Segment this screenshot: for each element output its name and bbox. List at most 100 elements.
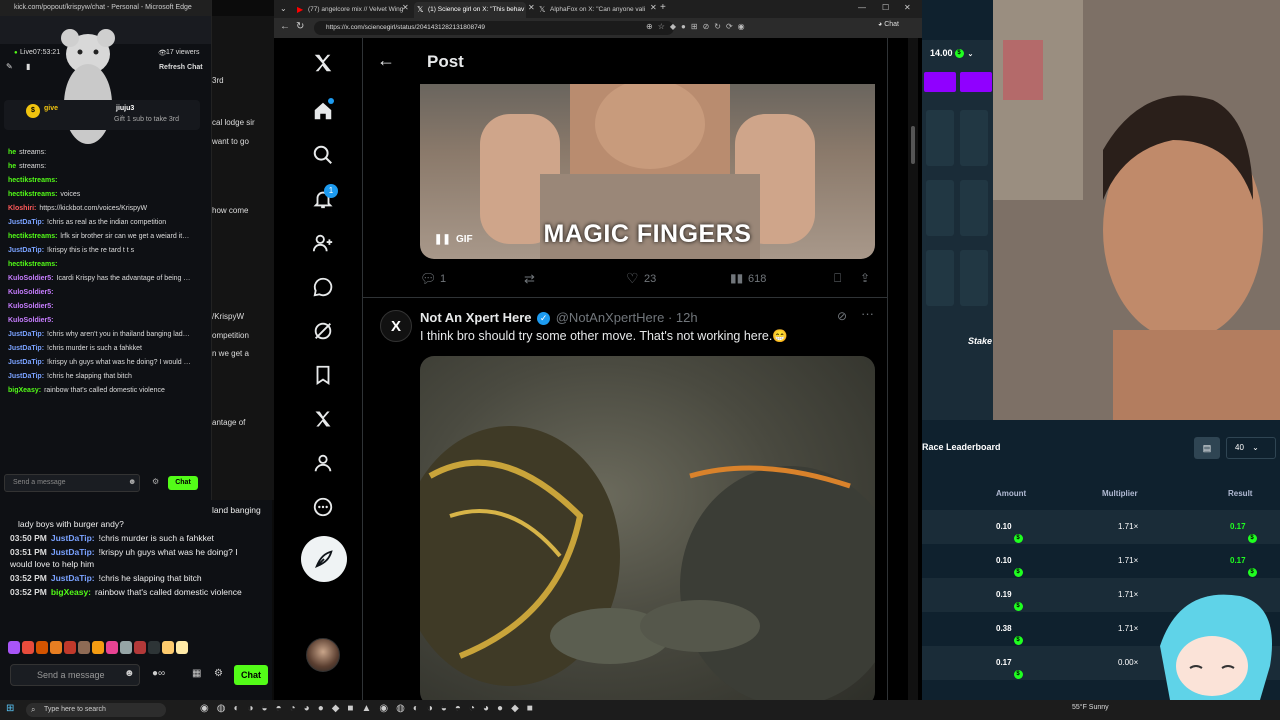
- emote-icon[interactable]: [36, 641, 48, 654]
- emote-icon[interactable]: [50, 641, 62, 654]
- bookmark-icon[interactable]: [310, 362, 336, 388]
- repost-icon[interactable]: ⇄: [524, 271, 535, 287]
- bookmark-icon[interactable]: ⎕: [834, 271, 841, 286]
- back-icon[interactable]: ←: [280, 21, 290, 32]
- emote-icon[interactable]: [78, 641, 90, 654]
- page-size-select[interactable]: 40 ⌄: [1226, 437, 1276, 459]
- views-chart-icon[interactable]: ▮▮: [730, 271, 743, 285]
- emoji-icon[interactable]: ☻: [124, 668, 135, 679]
- more-options-icon[interactable]: ···: [861, 306, 874, 321]
- taskbar-search-box[interactable]: ⌕ Type here to search: [26, 703, 166, 717]
- infinity-icon[interactable]: ●∞: [152, 668, 165, 679]
- share-icon[interactable]: ⇪: [860, 271, 870, 285]
- wallet-balance[interactable]: 14.00 $ ⌄: [930, 48, 973, 59]
- emoji-icon[interactable]: ☻: [128, 477, 136, 486]
- taskbar-weather[interactable]: 55°F Sunny: [1072, 704, 1109, 711]
- chat-username[interactable]: JustDaTip:: [51, 533, 95, 543]
- reply-author-handle[interactable]: @NotAnXpertHere: [556, 310, 665, 325]
- close-tab-icon[interactable]: ✕: [650, 3, 657, 12]
- chat-username[interactable]: hectikstreams:: [8, 261, 57, 268]
- close-tab-icon[interactable]: ✕: [402, 3, 409, 12]
- chat-username[interactable]: JustDaTip:: [8, 359, 44, 366]
- game-tile[interactable]: [960, 180, 988, 236]
- reply-icon[interactable]: 💬︎: [420, 271, 437, 287]
- chat-username[interactable]: JustDaTip:: [8, 219, 44, 226]
- minimize-icon[interactable]: —: [858, 3, 866, 12]
- x-home-logo-icon[interactable]: [310, 50, 336, 76]
- stream-message-input[interactable]: Send a message: [10, 664, 140, 686]
- follow-person-icon[interactable]: [310, 230, 336, 256]
- page-scrollbar[interactable]: [908, 38, 918, 700]
- more-circle-icon[interactable]: [310, 494, 336, 520]
- chat-username[interactable]: JustDaTip:: [8, 331, 44, 338]
- notifications-bell-icon[interactable]: 1: [310, 184, 338, 212]
- chat-username[interactable]: hectikstreams:: [8, 233, 57, 240]
- chat-username[interactable]: JustDaTip:: [51, 547, 95, 557]
- account-avatar[interactable]: [306, 638, 340, 672]
- kick-message-input[interactable]: Send a message: [4, 474, 140, 492]
- settings-gear-icon[interactable]: ⚙: [152, 477, 159, 486]
- game-tile[interactable]: [926, 180, 954, 236]
- pause-icon[interactable]: ❚❚: [434, 234, 451, 245]
- tab-alphafox[interactable]: 𝕏 AlphaFox on X: "Can anyone vali: [536, 2, 648, 18]
- messages-bubble-icon[interactable]: [310, 274, 336, 300]
- refresh-icon[interactable]: ↻: [296, 21, 304, 32]
- reply-author-avatar[interactable]: X: [380, 310, 412, 342]
- emote-icon[interactable]: [64, 641, 76, 654]
- url-field[interactable]: https://x.com/sciencegirl/status/2041431…: [314, 21, 674, 35]
- settings-gear-icon[interactable]: ⚙: [214, 668, 223, 679]
- magic-fingers-gif[interactable]: MAGIC FINGERS ❚❚ GIF: [420, 84, 875, 259]
- tab-menu-icon[interactable]: ⌄: [280, 4, 287, 13]
- game-tile[interactable]: [926, 250, 954, 306]
- emote-icon[interactable]: [22, 641, 34, 654]
- chat-username[interactable]: KuloSoldier5:: [8, 275, 54, 282]
- chat-username[interactable]: Kloshiri:: [8, 205, 36, 212]
- chat-username[interactable]: he: [8, 149, 16, 156]
- search-icon[interactable]: [310, 142, 336, 168]
- chat-username[interactable]: hectikstreams:: [8, 177, 57, 184]
- pin-icon[interactable]: ▮: [26, 62, 30, 71]
- tab-science-girl[interactable]: 𝕏 (1) Science girl on X: "This behav: [414, 2, 526, 18]
- race-leaderboard-title[interactable]: Race Leaderboard: [922, 442, 1001, 452]
- scrollbar-thumb[interactable]: [911, 126, 915, 164]
- emote-icon[interactable]: [92, 641, 104, 654]
- heart-emote-icon[interactable]: [176, 641, 188, 654]
- like-heart-icon[interactable]: ♡: [626, 270, 639, 287]
- back-arrow-icon[interactable]: ←: [377, 50, 395, 71]
- emote-icon[interactable]: [120, 641, 132, 654]
- purple-tile[interactable]: [924, 72, 956, 92]
- profile-icon[interactable]: [310, 450, 336, 476]
- game-tile[interactable]: [960, 250, 988, 306]
- reply-author-name[interactable]: Not An Xpert Here: [420, 310, 531, 325]
- stream-chat-send-button[interactable]: Chat: [234, 665, 268, 685]
- new-tab-icon[interactable]: +: [660, 2, 666, 13]
- chat-username[interactable]: JustDaTip:: [8, 345, 44, 352]
- windows-start-icon[interactable]: ⊞: [6, 703, 14, 714]
- home-icon[interactable]: [310, 98, 336, 124]
- maximize-icon[interactable]: ☐: [882, 3, 889, 12]
- chat-username[interactable]: JustDaTip:: [8, 373, 44, 380]
- close-tab-icon[interactable]: ✕: [528, 3, 535, 12]
- grok-explain-icon[interactable]: ⊘: [837, 309, 847, 323]
- emote-icon[interactable]: [8, 641, 20, 654]
- tab-youtube[interactable]: ▶ (77) angelcore mix // Velvet Wing: [294, 2, 404, 18]
- close-window-icon[interactable]: ✕: [904, 3, 911, 12]
- purple-tile[interactable]: [960, 72, 992, 92]
- chat-username[interactable]: he: [8, 163, 16, 170]
- kick-chat-send-button[interactable]: Chat: [168, 476, 198, 490]
- chat-username[interactable]: JustDaTip:: [8, 247, 44, 254]
- game-tile[interactable]: [926, 110, 954, 166]
- grok-icon[interactable]: [310, 318, 336, 344]
- pencil-icon[interactable]: ✎: [6, 62, 13, 71]
- refresh-chat-button[interactable]: Refresh Chat: [159, 64, 203, 71]
- emote-icon[interactable]: [148, 641, 160, 654]
- chat-username[interactable]: hectikstreams:: [8, 191, 57, 198]
- chat-username[interactable]: JustDaTip:: [51, 573, 95, 583]
- chat-username[interactable]: KuloSoldier5:: [8, 317, 54, 324]
- premium-x-icon[interactable]: [310, 406, 336, 432]
- copilot-chat-button[interactable]: ◕ Chat: [878, 21, 899, 28]
- emote-icon[interactable]: [106, 641, 118, 654]
- gift-icon[interactable]: ▦: [192, 668, 201, 679]
- taskbar-app-icons[interactable]: ◉◍◐◑◒◓◔◕●◆■▲◉◍◐◑◒◓◔◕●◆■: [200, 703, 541, 714]
- chat-username[interactable]: bigXeasy:: [8, 387, 41, 394]
